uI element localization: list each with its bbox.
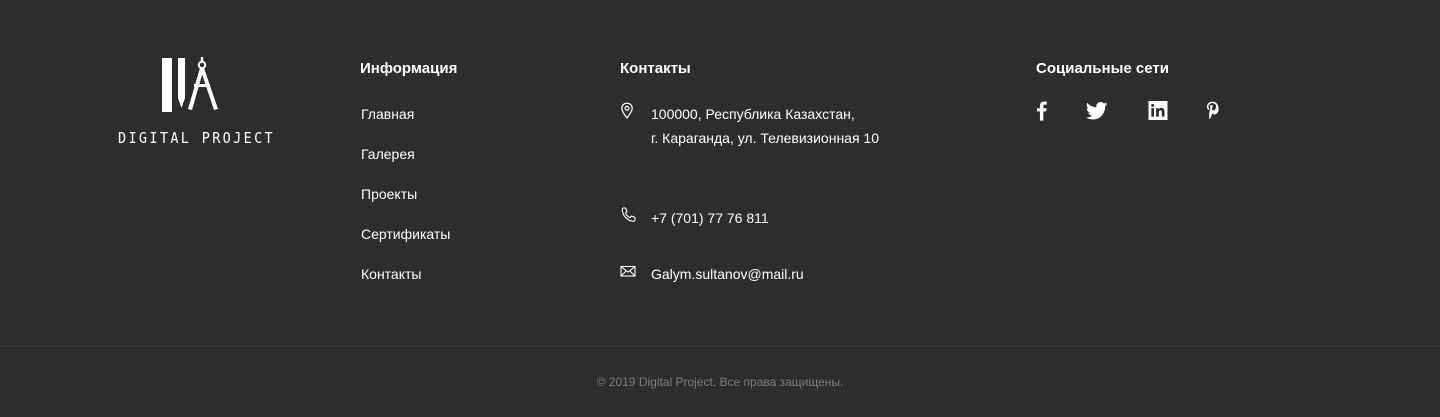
contact-email[interactable]: Galym.sultanov@mail.ru (620, 262, 804, 286)
phone-number[interactable]: +7 (701) 77 76 811 (651, 206, 769, 230)
social-title: Социальные сети (1036, 60, 1169, 77)
info-nav-list: Главная Галерея Проекты Сертификаты Конт… (361, 105, 450, 305)
location-pin-icon (621, 102, 633, 119)
facebook-icon[interactable] (1036, 100, 1047, 121)
footer-divider (0, 346, 1440, 347)
mail-icon (620, 265, 636, 277)
phone-icon (621, 207, 636, 222)
compass-pencil-logo-icon (162, 57, 218, 112)
contact-phone[interactable]: +7 (701) 77 76 811 (620, 206, 769, 230)
nav-link-home[interactable]: Главная (361, 105, 450, 145)
nav-link-certificates[interactable]: Сертификаты (361, 225, 450, 265)
pinterest-icon[interactable] (1206, 101, 1219, 120)
twitter-icon[interactable] (1086, 101, 1108, 120)
social-links (1036, 100, 1219, 121)
address-line-2: г. Караганда, ул. Телевизионная 10 (651, 130, 879, 146)
address-line-1: 100000, Республика Казахстан, (651, 106, 855, 122)
site-footer: DIGITAL PROJECT Информация Главная Галер… (0, 0, 1440, 346)
logo[interactable]: DIGITAL PROJECT (118, 56, 276, 152)
info-title: Информация (360, 60, 458, 77)
email-address[interactable]: Galym.sultanov@mail.ru (651, 262, 804, 286)
nav-link-projects[interactable]: Проекты (361, 185, 450, 225)
contacts-title: Контакты (620, 60, 691, 77)
contact-address: 100000, Республика Казахстан, г. Караган… (620, 102, 879, 150)
nav-link-contacts[interactable]: Контакты (361, 265, 450, 305)
copyright-text: © 2019 Digital Project. Все права защище… (596, 375, 844, 389)
linkedin-icon[interactable] (1148, 101, 1168, 120)
logo-text: DIGITAL PROJECT (118, 129, 276, 147)
nav-link-gallery[interactable]: Галерея (361, 145, 450, 185)
